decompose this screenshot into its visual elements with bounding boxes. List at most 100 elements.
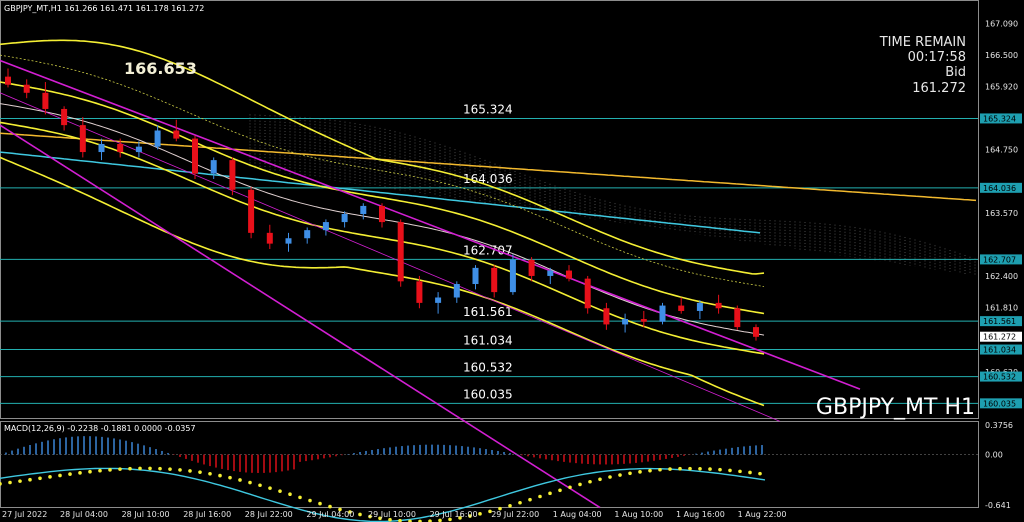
bid-value: 161.272 — [912, 81, 966, 96]
candle-body — [603, 308, 610, 325]
signal-dot — [748, 470, 752, 475]
candle-body — [640, 319, 647, 322]
candle-body — [435, 297, 442, 303]
signal-dot — [558, 488, 562, 493]
signal-dot — [608, 475, 612, 479]
price-chart[interactable]: 165.324 164.036 162.707 161.561 161.034 160.5… — [0, 0, 1024, 522]
macd-tick: 0.3756 — [985, 421, 1013, 430]
bid-label: Bid — [945, 65, 966, 80]
candle-body — [173, 130, 180, 139]
candle-body — [753, 327, 759, 337]
signal-dot — [258, 483, 262, 488]
macd-tick: 0.00 — [985, 451, 1003, 460]
candle-body — [715, 302, 722, 309]
signal-dot — [628, 471, 632, 476]
signal-dot — [108, 468, 112, 472]
signal-dot — [38, 476, 42, 481]
inner-lower-band — [0, 121, 765, 355]
signal-dot — [128, 466, 132, 471]
signal-dot — [98, 468, 102, 473]
time-tick: 28 Jul 04:00 — [60, 510, 108, 519]
signal-dot — [518, 500, 522, 505]
candle-body — [453, 284, 460, 298]
candle-body — [509, 259, 516, 293]
price-tick: 167.090 — [985, 19, 1018, 28]
price-tick: 162.400 — [985, 272, 1018, 281]
time-tick: 1 Aug 16:00 — [676, 510, 725, 519]
signal-dot — [728, 468, 732, 473]
signal-dot — [638, 470, 642, 474]
signal-dot — [48, 475, 52, 479]
indicator-lines — [0, 39, 977, 407]
candle-body — [61, 108, 68, 126]
signal-dot — [648, 468, 652, 473]
level-label: 160.035 — [463, 387, 513, 401]
price-axis: 167.090 166.500 165.920 165.324 164.750 164.0… — [980, 19, 1022, 409]
candle-body — [584, 278, 591, 309]
signal-dot — [0, 482, 2, 486]
price-tag-label: 162.707 — [983, 255, 1016, 264]
candle-body — [304, 230, 311, 239]
price-tick: 166.500 — [985, 51, 1018, 60]
symbol-watermark: GBPJPY_MT H1 — [816, 395, 975, 420]
price-tag-label: 160.532 — [983, 373, 1016, 382]
signal-dot — [718, 467, 722, 472]
signal-dot — [318, 501, 322, 506]
signal-dot — [708, 467, 712, 471]
price-tag-label: 161.561 — [983, 317, 1016, 326]
level-label: 160.532 — [463, 361, 513, 375]
price-tag-label: 161.272 — [983, 333, 1016, 342]
signal-dot — [538, 494, 542, 499]
time-tick: 29 Jul 16:00 — [430, 510, 478, 519]
signal-dot — [138, 466, 142, 471]
price-tag-label: 164.036 — [983, 184, 1016, 193]
signal-dot — [288, 492, 292, 497]
price-tick: 163.570 — [985, 209, 1018, 218]
price-tag-label: 161.034 — [983, 346, 1016, 355]
signal-dot — [58, 473, 62, 478]
level-lines: 165.324164.036162.707161.561161.034160.5… — [0, 102, 978, 404]
signal-dot — [678, 466, 682, 471]
signal-dot — [528, 497, 532, 502]
candle-body — [266, 232, 273, 244]
high-price-label: 166.653 — [124, 59, 197, 78]
signal-dot — [168, 467, 172, 471]
time-tick: 28 Jul 16:00 — [183, 510, 231, 519]
candle-body — [229, 160, 236, 190]
candle-body — [341, 214, 348, 223]
signal-dot — [158, 466, 162, 471]
level-label: 161.034 — [463, 334, 513, 348]
signal-dot — [28, 477, 32, 482]
price-tick: 164.750 — [985, 145, 1018, 154]
signal-dot — [278, 489, 282, 493]
signal-dot — [568, 485, 572, 490]
candle-body — [734, 308, 741, 328]
price-tag-label: 160.035 — [983, 399, 1016, 408]
signal-dot — [358, 512, 362, 517]
time-tick: 29 Jul 22:00 — [491, 510, 539, 519]
signal-dot — [478, 512, 482, 516]
signal-dot — [758, 471, 762, 476]
candle-body — [566, 270, 572, 279]
time-tick: 29 Jul 10:00 — [368, 510, 416, 519]
ichimoku-cloud — [249, 114, 976, 276]
signal-dot — [508, 503, 512, 508]
candle-body — [528, 259, 535, 276]
signal-dot — [618, 473, 622, 477]
candle-body — [360, 205, 367, 214]
signal-dot — [668, 467, 672, 471]
signal-dot — [8, 480, 12, 485]
time-tick: 28 Jul 10:00 — [122, 510, 170, 519]
signal-dot — [588, 479, 592, 484]
candle-body — [678, 305, 685, 311]
candle-body — [79, 125, 86, 153]
time-tick: 1 Aug 04:00 — [553, 510, 602, 519]
time-tick: 1 Aug 10:00 — [614, 510, 663, 519]
candle-body — [42, 92, 49, 109]
macd-pane-frame — [0, 421, 979, 508]
regression-channel — [0, 59, 861, 509]
signal-dot — [738, 469, 742, 474]
signal-dot — [268, 486, 272, 490]
level-label: 165.324 — [463, 102, 513, 116]
signal-dot — [308, 498, 312, 503]
